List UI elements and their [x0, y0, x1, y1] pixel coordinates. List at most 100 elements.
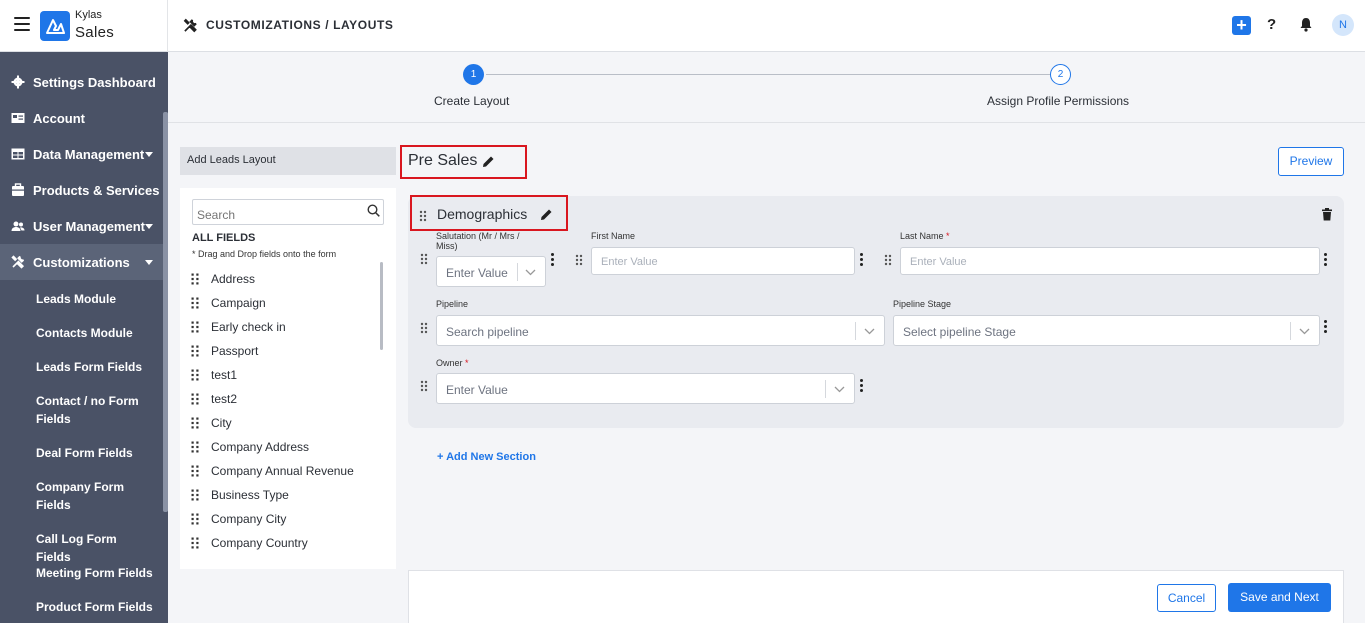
kylas-logo	[40, 11, 70, 41]
help-icon[interactable]: ?	[1267, 16, 1276, 33]
chevron-down-icon	[864, 328, 875, 335]
divider	[167, 0, 168, 52]
drag-handle-icon[interactable]	[420, 379, 428, 397]
bell-icon[interactable]	[1299, 17, 1313, 37]
sidebar-item-settings-dashboard[interactable]: Settings Dashboard	[0, 64, 164, 100]
drag-handle-icon	[191, 393, 199, 405]
owner-select[interactable]: Enter Value	[436, 373, 855, 404]
layout-name: Pre Sales	[408, 152, 478, 169]
sidebar-item-products-services[interactable]: Products & Services	[0, 172, 164, 208]
salutation-select[interactable]: Enter Value	[436, 256, 546, 287]
quick-add-button[interactable]: +	[1232, 16, 1251, 35]
sidebar-scrollbar[interactable]	[163, 112, 168, 512]
drag-handle-icon	[191, 273, 199, 285]
section-name: Demographics	[437, 206, 528, 222]
sidebar-item-label: Products & Services	[33, 183, 160, 198]
drag-handle-icon	[191, 345, 199, 357]
trash-icon[interactable]	[1321, 208, 1333, 226]
sidebar-item-label: User Management	[33, 219, 145, 234]
field-list-item-label: Company Annual Revenue	[211, 464, 354, 478]
chevron-down-icon	[145, 152, 153, 157]
sidebar-item-label: Settings Dashboard	[33, 75, 156, 90]
first-name-input[interactable]: Enter Value	[591, 247, 855, 275]
field-options-icon[interactable]	[860, 253, 863, 268]
field-options-icon[interactable]	[1324, 320, 1327, 335]
field-options-icon[interactable]	[1324, 253, 1327, 268]
divider	[1290, 322, 1291, 340]
drag-handle-icon	[191, 513, 199, 525]
drag-handle-icon[interactable]	[420, 252, 428, 270]
drag-handle-icon	[191, 465, 199, 477]
divider	[855, 322, 856, 340]
brand-product: Sales	[75, 24, 115, 41]
hamburger-menu-icon[interactable]	[14, 17, 30, 31]
table-icon	[11, 148, 25, 160]
add-layout-title: Add Leads Layout	[180, 147, 396, 175]
field-options-icon[interactable]	[860, 379, 863, 394]
field-list-item-label: Address	[211, 272, 256, 286]
top-bar: Kylas Sales CUSTOMIZATIONS / LAYOUTS + ?…	[0, 0, 1365, 52]
search-icon[interactable]	[367, 204, 380, 222]
all-fields-heading: ALL FIELDS	[192, 232, 256, 244]
step-1-indicator: 1	[463, 64, 484, 85]
chevron-down-icon	[834, 386, 845, 393]
divider	[825, 380, 826, 398]
drag-handle-icon[interactable]	[419, 209, 427, 227]
drag-handle-icon	[191, 417, 199, 429]
edit-section-name-icon[interactable]	[540, 208, 553, 226]
last-name-input[interactable]: Enter Value	[900, 247, 1320, 275]
sidebar: Settings Dashboard Account Data Manageme…	[0, 52, 168, 623]
owner-label: Owner *	[436, 358, 469, 368]
fields-search-input[interactable]	[192, 199, 384, 225]
sidebar-item-data-management[interactable]: Data Management	[0, 136, 164, 172]
drag-handle-icon	[191, 537, 199, 549]
brand-name: Kylas	[75, 9, 102, 21]
drag-handle-icon[interactable]	[884, 253, 892, 271]
preview-button[interactable]: Preview	[1278, 147, 1344, 176]
edit-layout-name-icon[interactable]	[482, 155, 495, 173]
sidebar-item-label: Customizations	[33, 255, 130, 270]
sidebar-item-user-management[interactable]: User Management	[0, 208, 164, 244]
sidebar-item-customizations[interactable]: Customizations	[0, 244, 164, 280]
drag-handle-icon	[191, 441, 199, 453]
field-list-scrollbar[interactable]	[380, 262, 383, 350]
sidebar-item-label: Data Management	[33, 147, 145, 162]
field-list-item-label: Business Type	[211, 488, 289, 502]
field-list-item-label: test1	[211, 368, 238, 382]
stepper	[168, 52, 1365, 123]
field-list-item-label: test2	[211, 392, 238, 406]
chevron-down-icon	[1299, 328, 1310, 335]
step-2-indicator: 2	[1050, 64, 1071, 85]
last-name-label: Last Name *	[900, 231, 950, 241]
field-list-item-label: Early check in	[211, 320, 286, 334]
step-2-label: Assign Profile Permissions	[987, 94, 1130, 108]
drag-handle-icon	[191, 489, 199, 501]
stepper-connector	[486, 74, 1052, 75]
drag-handle-icon	[191, 297, 199, 309]
add-new-section-button[interactable]: + Add New Section	[437, 451, 536, 463]
chevron-down-icon	[145, 224, 153, 229]
field-list-item-label: Company Address	[211, 440, 310, 454]
chevron-down-icon	[145, 260, 153, 265]
drag-handle-icon[interactable]	[420, 321, 428, 339]
pipeline-stage-label: Pipeline Stage	[893, 299, 952, 309]
pipeline-stage-select[interactable]: Select pipeline Stage	[893, 315, 1320, 346]
field-list-item-label: City	[211, 416, 232, 430]
field-list-item-label: Passport	[211, 344, 259, 358]
gear-icon	[11, 75, 25, 89]
field-options-icon[interactable]	[551, 253, 554, 268]
chevron-down-icon	[525, 269, 536, 276]
save-and-next-button[interactable]: Save and Next	[1228, 583, 1331, 612]
drag-handle-icon[interactable]	[575, 253, 583, 271]
sidebar-item-label: Account	[33, 111, 85, 126]
box-icon	[12, 183, 24, 196]
field-list-item-label: Company City	[211, 512, 287, 526]
avatar[interactable]: N	[1332, 14, 1354, 36]
sidebar-item-account[interactable]: Account	[0, 100, 164, 136]
field-list-item-label: Campaign	[211, 296, 266, 310]
pipeline-select[interactable]: Search pipeline	[436, 315, 885, 346]
breadcrumb: CUSTOMIZATIONS / LAYOUTS	[206, 18, 394, 32]
step-1-label: Create Layout	[434, 94, 510, 108]
drag-handle-icon	[191, 321, 199, 333]
cancel-button[interactable]: Cancel	[1157, 584, 1216, 612]
